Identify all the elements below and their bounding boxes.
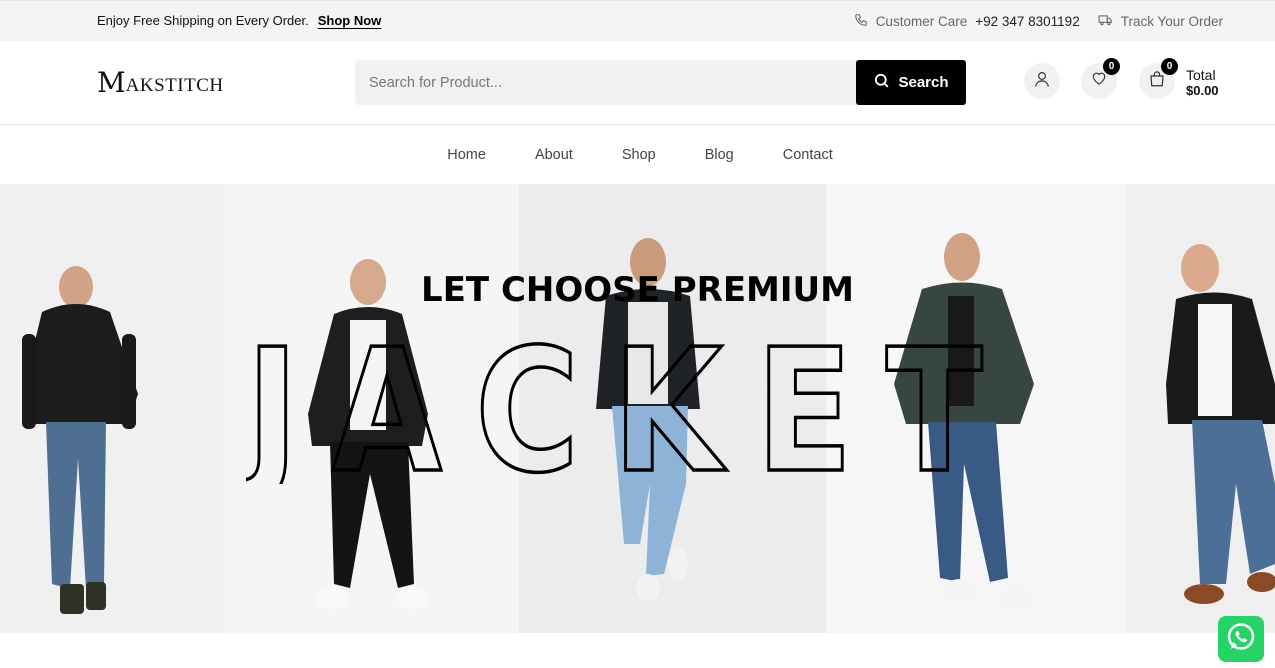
site-logo[interactable]: M AKSTITCH [97,66,224,99]
nav-item-blog[interactable]: Blog [705,147,734,163]
search-input[interactable] [355,60,855,105]
logo-mark: M [97,66,126,99]
track-order-label: Track Your Order [1120,14,1223,29]
search-button[interactable]: Search [856,60,966,105]
phone-icon [854,13,868,30]
hero-banner[interactable]: LET CHOOSE PREMIUM JACKET [0,184,1275,633]
cart-count-badge: 0 [1161,58,1178,75]
promo-text: Enjoy Free Shipping on Every Order. [97,13,309,28]
nav-item-shop[interactable]: Shop [622,147,656,163]
customer-care-label: Customer Care [875,14,968,29]
search-bar: Search [355,60,966,105]
truck-icon [1098,13,1113,30]
site-header: M AKSTITCH Search 0 0 Total $0.00 [0,41,1275,125]
hero-title: JACKET [246,334,1016,484]
wishlist-count-badge: 0 [1103,58,1120,75]
search-icon [873,72,890,93]
nav-item-contact[interactable]: Contact [783,147,833,163]
hero-title-text: JACKET [246,334,1016,484]
nav-item-home[interactable]: Home [447,147,486,163]
hero-subtitle: LET CHOOSE PREMIUM [421,270,854,310]
nav-item-about[interactable]: About [535,147,573,163]
promo-banner: Enjoy Free Shipping on Every Order. Shop… [97,13,381,28]
heart-icon [1090,70,1108,92]
customer-care[interactable]: Customer Care +92 347 8301192 [854,13,1080,30]
cart-total-amount: $0.00 [1186,83,1219,98]
search-button-label: Search [898,74,949,91]
wishlist-button[interactable]: 0 [1081,58,1120,99]
cart-total-label: Total [1186,67,1216,83]
cart-button[interactable]: 0 [1139,58,1178,99]
track-order-link[interactable]: Track Your Order [1098,13,1223,30]
cart-total[interactable]: Total $0.00 [1186,67,1219,99]
account-button[interactable] [1024,63,1060,99]
user-icon [1033,70,1051,93]
logo-text: AKSTITCH [125,75,224,96]
model-figure [22,266,138,614]
whatsapp-chat-button[interactable] [1218,616,1264,662]
shop-now-link[interactable]: Shop Now [318,13,382,28]
top-bar-right: Customer Care +92 347 8301192 Track Your… [854,13,1223,30]
main-nav: Home About Shop Blog Contact [0,125,1275,184]
whatsapp-icon [1225,621,1257,658]
top-bar: Enjoy Free Shipping on Every Order. Shop… [0,0,1275,41]
customer-care-phone: +92 347 8301192 [975,14,1080,29]
